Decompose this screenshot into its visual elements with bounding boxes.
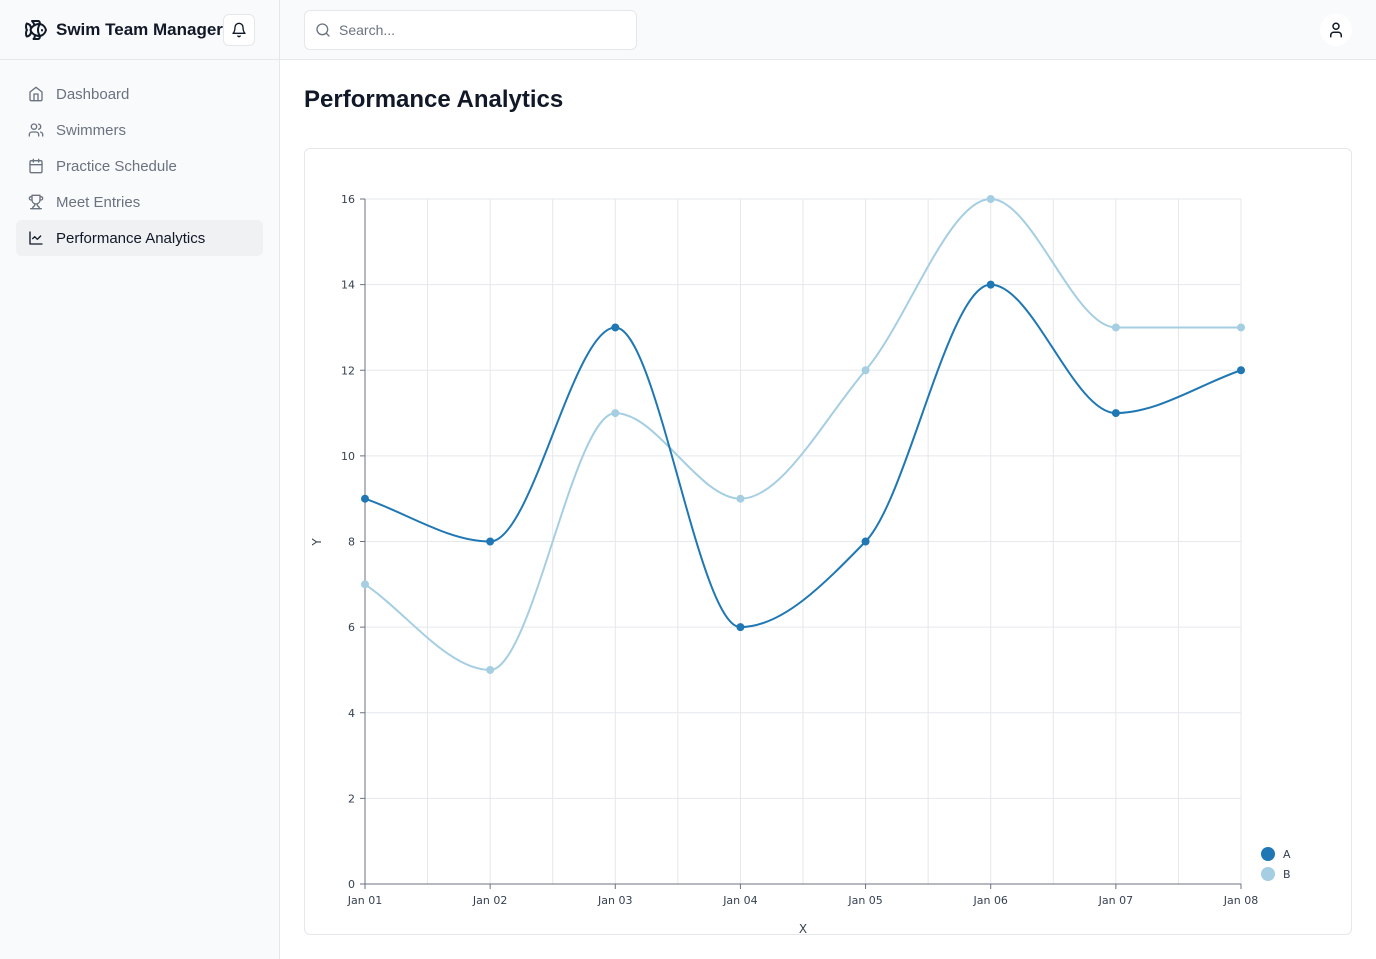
data-point-a [611,323,620,332]
x-tick-label: Jan 07 [1098,894,1133,907]
y-axis-title: Y [310,538,324,547]
x-tick-label: Jan 01 [347,894,382,907]
data-point-a [1237,366,1245,375]
sidebar-item-meet-entries[interactable]: Meet Entries [16,184,263,220]
y-tick-label: 2 [348,792,355,805]
user-menu-button[interactable] [1320,14,1352,46]
sidebar-item-practice-schedule[interactable]: Practice Schedule [16,148,263,184]
y-tick-label: 10 [341,450,355,463]
data-point-b [861,366,870,375]
sidebar-item-performance-analytics[interactable]: Performance Analytics [16,220,263,256]
x-tick-label: Jan 02 [472,894,507,907]
data-point-a [361,494,369,503]
sidebar-item-label: Swimmers [56,121,126,139]
y-tick-label: 12 [341,364,355,377]
calendar-icon [28,158,44,174]
legend-swatch-a [1261,847,1275,861]
sidebar-item-label: Dashboard [56,85,130,103]
y-tick-label: 6 [348,621,355,634]
x-tick-label: Jan 08 [1223,894,1258,907]
sidebar-item-swimmers[interactable]: Swimmers [16,112,263,148]
data-point-b [361,580,369,589]
brand-header: Swim Team Manager [0,0,279,60]
data-point-b [611,409,620,418]
home-icon [28,86,44,102]
x-axis-title: X [799,922,807,934]
chart-card: 0 2 4 6 8 10 12 14 16 Jan 01 Jan 02 Jan 03 Jan 04 Jan… [304,148,1352,935]
data-point-b [736,494,745,503]
x-tick-label: Jan 05 [847,894,882,907]
data-point-b [986,195,995,203]
line-chart-icon [28,230,44,246]
y-tick-label: 4 [348,707,355,720]
search-icon [315,22,331,38]
sidebar-nav: Dashboard Swimmers Practice Schedule Mee… [16,76,263,256]
search-input[interactable] [339,22,619,38]
data-point-a [861,537,870,546]
performance-line-chart: 0 2 4 6 8 10 12 14 16 Jan 01 Jan 02 Jan 03 Jan 04 Jan… [310,193,1291,934]
data-point-a [1111,409,1120,418]
legend-label-b: B [1283,868,1291,881]
users-icon [28,122,44,138]
y-tick-label: 14 [341,279,355,292]
sidebar-item-label: Performance Analytics [56,229,206,247]
bell-icon [231,22,247,38]
notifications-button[interactable] [223,14,255,46]
page-title: Performance Analytics [304,86,564,113]
sidebar-item-dashboard[interactable]: Dashboard [16,76,263,112]
data-point-b [486,665,495,674]
sidebar-item-label: Practice Schedule [56,157,177,175]
data-point-a [736,623,745,632]
y-tick-label: 0 [348,878,355,891]
legend-label-a: A [1283,848,1291,861]
app-title: Swim Team Manager [56,19,223,39]
trophy-icon [28,194,44,210]
y-tick-label: 16 [341,193,355,206]
data-point-a [986,280,995,289]
data-point-b [1111,323,1120,332]
legend-swatch-b [1261,867,1275,881]
search-box[interactable] [304,10,637,50]
data-point-b [1237,323,1245,332]
data-point-a [486,537,495,546]
sidebar-item-label: Meet Entries [56,193,141,211]
user-icon [1327,21,1345,39]
y-tick-label: 8 [348,536,355,549]
sidebar: Swim Team Manager Dashboard Swimmers Pra… [0,0,280,959]
topbar [280,0,1376,60]
app-root: Swim Team Manager Dashboard Swimmers Pra… [0,0,1376,959]
x-tick-label: Jan 03 [597,894,632,907]
fish-icon [24,18,48,42]
x-tick-label: Jan 06 [972,894,1007,907]
x-tick-label: Jan 04 [722,894,757,907]
